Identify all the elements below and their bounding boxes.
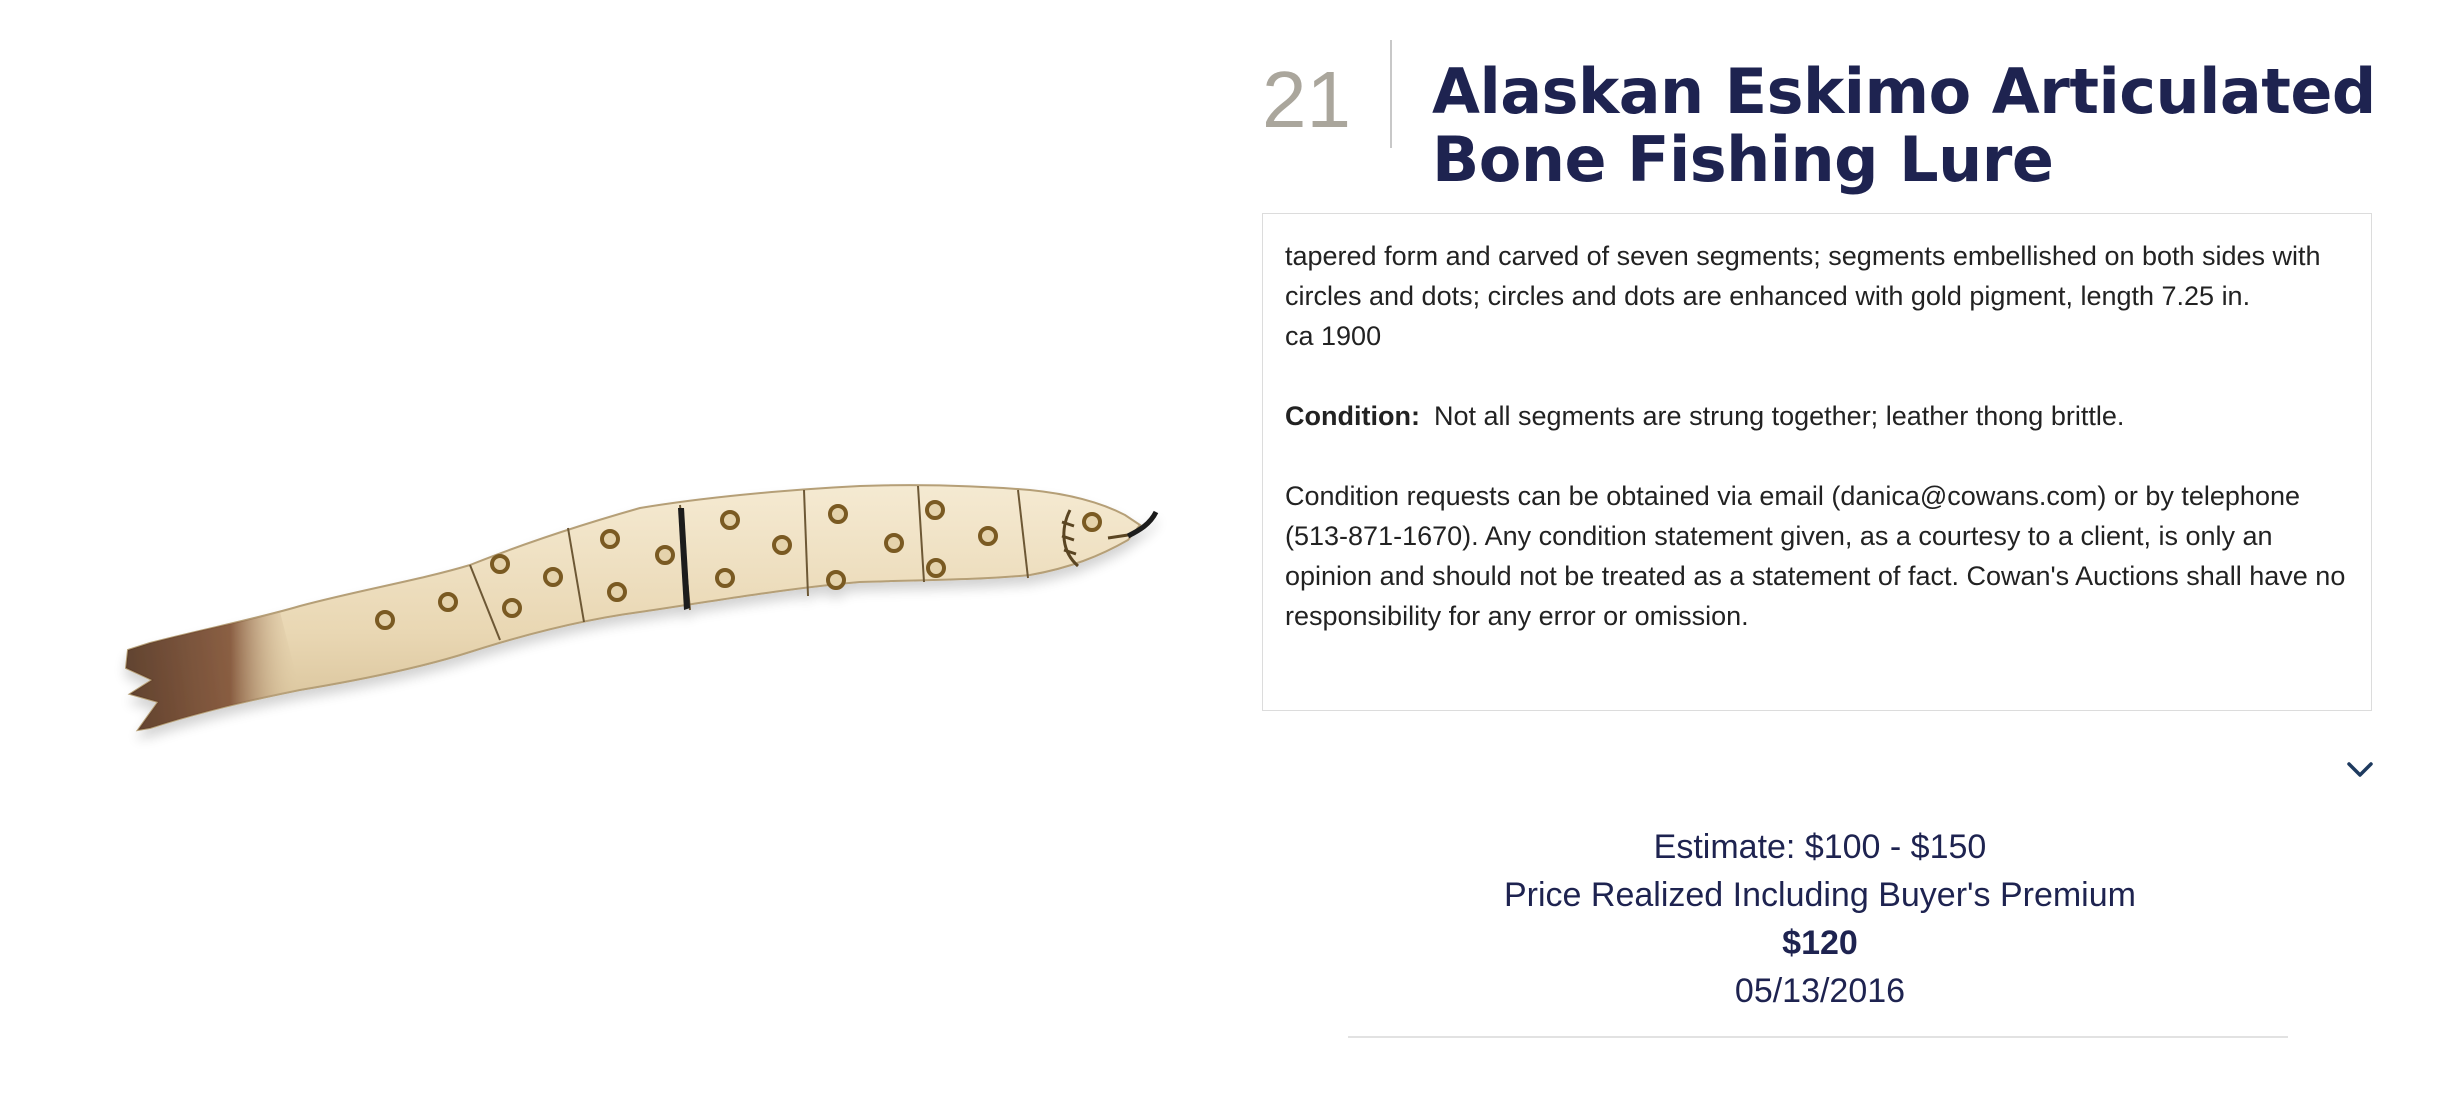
price-realized-label: Price Realized Including Buyer's Premium (1504, 876, 2136, 914)
expand-toggle[interactable] (2346, 760, 2374, 780)
description-box: tapered form and carved of seven segment… (1262, 213, 2372, 711)
condition-notice: Condition requests can be obtained via e… (1285, 481, 2346, 631)
condition-label: Condition: (1285, 401, 1420, 431)
description-text: tapered form and carved of seven segment… (1285, 241, 2321, 311)
lot-title: Alaskan Eskimo Articulated Bone Fishing … (1432, 55, 2376, 196)
condition-text: Not all segments are strung together; le… (1433, 401, 2125, 431)
description-date: ca 1900 (1285, 321, 1382, 351)
pricing-block: Estimate: $100 - $150 Price Realized Inc… (1300, 823, 2340, 1015)
header-divider (1390, 40, 1392, 148)
estimate: Estimate: $100 - $150 (1653, 828, 1987, 866)
fishing-lure-image (124, 484, 1159, 732)
lot-image[interactable] (0, 0, 1250, 1094)
lot-number: 21 (1262, 55, 1351, 144)
sale-date: 05/13/2016 (1734, 972, 1906, 1010)
condition-line: Condition: Not all segments are strung to… (1285, 396, 2349, 436)
price-realized-value: $120 (1782, 924, 1858, 962)
bottom-divider (1348, 1036, 2288, 1038)
chevron-down-icon (2347, 762, 2373, 777)
